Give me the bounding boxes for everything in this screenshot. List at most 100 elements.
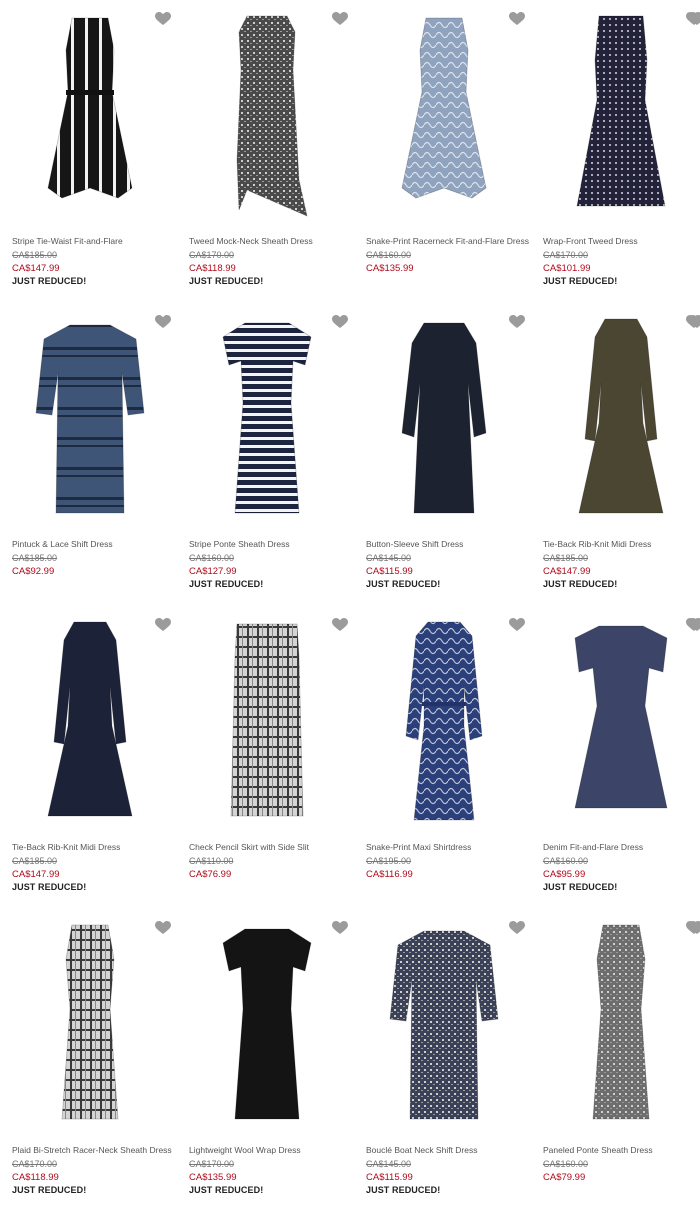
original-price: CA$145.00 <box>366 553 412 563</box>
just-reduced-badge: JUST REDUCED! <box>189 579 264 589</box>
product-card[interactable]: Denim Fit-and-Flare Dress CA$160.00 CA$95.… <box>531 606 700 909</box>
product-image[interactable] <box>364 313 524 535</box>
product-card[interactable]: Stripe Ponte Sheath Dress CA$160.00 CA$127… <box>177 303 354 606</box>
sale-price: CA$79.99 <box>543 1172 586 1183</box>
original-price: CA$145.00 <box>366 1159 412 1169</box>
heart-icon[interactable] <box>155 12 171 26</box>
product-card[interactable]: Tie-Back Rib-Knit Midi Dress CA$185.00 CA$… <box>0 606 177 909</box>
heart-icon[interactable] <box>155 921 171 935</box>
product-name[interactable]: Stripe Tie-Waist Fit-and-Flare <box>12 236 177 246</box>
original-price: CA$170.00 <box>189 250 235 260</box>
original-price: CA$185.00 <box>12 250 58 260</box>
original-price: CA$160.00 <box>189 553 235 563</box>
product-name[interactable]: Lightweight Wool Wrap Dress <box>189 1145 354 1155</box>
product-name[interactable]: Snake-Print Racerneck Fit-and-Flare Dres… <box>366 236 531 246</box>
heart-icon[interactable] <box>332 921 348 935</box>
product-name[interactable]: Wrap-Front Tweed Dress <box>543 236 700 246</box>
product-card[interactable]: Button-Sleeve Shift Dress CA$145.00 CA$115… <box>354 303 531 606</box>
sale-price: CA$116.99 <box>366 869 413 880</box>
product-name[interactable]: Paneled Ponte Sheath Dress <box>543 1145 700 1155</box>
just-reduced-badge: JUST REDUCED! <box>189 1185 264 1195</box>
product-name[interactable]: Stripe Ponte Sheath Dress <box>189 539 354 549</box>
product-image[interactable] <box>541 313 700 535</box>
original-price: CA$160.00 <box>543 1159 589 1169</box>
product-image[interactable] <box>364 616 524 838</box>
product-card[interactable]: Lightweight Wool Wrap Dress CA$170.00 CA$1… <box>177 909 354 1212</box>
heart-icon[interactable] <box>509 12 525 26</box>
heart-icon[interactable] <box>332 12 348 26</box>
product-image[interactable] <box>10 919 170 1141</box>
sale-price: CA$115.99 <box>366 1172 413 1183</box>
product-card[interactable]: Snake-Print Racerneck Fit-and-Flare Dres… <box>354 0 531 303</box>
just-reduced-badge: JUST REDUCED! <box>543 276 618 286</box>
original-price: CA$170.00 <box>189 1159 235 1169</box>
heart-icon[interactable] <box>689 921 700 935</box>
sale-price: CA$101.99 <box>543 263 591 274</box>
just-reduced-badge: JUST REDUCED! <box>12 276 87 286</box>
product-name[interactable]: Button-Sleeve Shift Dress <box>366 539 531 549</box>
just-reduced-badge: JUST REDUCED! <box>189 276 264 286</box>
product-name[interactable]: Tie-Back Rib-Knit Midi Dress <box>543 539 700 549</box>
product-name[interactable]: Tie-Back Rib-Knit Midi Dress <box>12 842 177 852</box>
product-name[interactable]: Plaid Bi-Stretch Racer-Neck Sheath Dress <box>12 1145 177 1155</box>
sale-price: CA$127.99 <box>189 566 237 577</box>
sale-price: CA$147.99 <box>12 869 60 880</box>
heart-icon[interactable] <box>509 315 525 329</box>
sale-price: CA$135.99 <box>189 1172 237 1183</box>
product-card[interactable]: Paneled Ponte Sheath Dress CA$160.00 CA$79… <box>531 909 700 1212</box>
original-price: CA$195.00 <box>366 856 412 866</box>
product-card[interactable]: Bouclé Boat Neck Shift Dress CA$145.00 CA$… <box>354 909 531 1212</box>
product-name[interactable]: Tweed Mock-Neck Sheath Dress <box>189 236 354 246</box>
product-image[interactable] <box>541 10 700 232</box>
just-reduced-badge: JUST REDUCED! <box>366 1185 441 1195</box>
original-price: CA$110.00 <box>189 856 234 866</box>
original-price: CA$185.00 <box>12 856 58 866</box>
product-image[interactable] <box>187 919 347 1141</box>
product-grid: Stripe Tie-Waist Fit-and-Flare CA$185.00 C… <box>0 0 700 1208</box>
product-image[interactable] <box>187 616 347 838</box>
just-reduced-badge: JUST REDUCED! <box>366 579 441 589</box>
just-reduced-badge: JUST REDUCED! <box>543 882 618 892</box>
product-name[interactable]: Check Pencil Skirt with Side Slit <box>189 842 354 852</box>
heart-icon[interactable] <box>689 12 700 26</box>
product-image[interactable] <box>10 313 170 535</box>
product-image[interactable] <box>187 313 347 535</box>
heart-icon[interactable] <box>689 315 700 329</box>
sale-price: CA$147.99 <box>12 263 60 274</box>
product-name[interactable]: Bouclé Boat Neck Shift Dress <box>366 1145 531 1155</box>
product-card[interactable]: Tie-Back Rib-Knit Midi Dress CA$185.00 CA$… <box>531 303 700 606</box>
heart-icon[interactable] <box>509 618 525 632</box>
product-image[interactable] <box>187 10 347 232</box>
product-card[interactable]: Snake-Print Maxi Shirtdress CA$195.00 CA$1… <box>354 606 531 909</box>
heart-icon[interactable] <box>155 315 171 329</box>
product-image[interactable] <box>10 10 170 232</box>
heart-icon[interactable] <box>509 921 525 935</box>
heart-icon[interactable] <box>332 315 348 329</box>
product-image[interactable] <box>541 616 700 838</box>
product-name[interactable]: Denim Fit-and-Flare Dress <box>543 842 700 852</box>
sale-price: CA$118.99 <box>12 1172 59 1183</box>
product-image[interactable] <box>541 919 700 1141</box>
product-name[interactable]: Pintuck & Lace Shift Dress <box>12 539 177 549</box>
product-card[interactable]: Wrap-Front Tweed Dress CA$170.00 CA$101.99… <box>531 0 700 303</box>
product-card[interactable]: Tweed Mock-Neck Sheath Dress CA$170.00 CA$… <box>177 0 354 303</box>
heart-icon[interactable] <box>155 618 171 632</box>
product-image[interactable] <box>10 616 170 838</box>
product-image[interactable] <box>364 10 524 232</box>
original-price: CA$160.00 <box>543 856 589 866</box>
product-image[interactable] <box>364 919 524 1141</box>
product-card[interactable]: Check Pencil Skirt with Side Slit CA$110.… <box>177 606 354 909</box>
product-card[interactable]: Plaid Bi-Stretch Racer-Neck Sheath Dress… <box>0 909 177 1212</box>
original-price: CA$170.00 <box>543 250 589 260</box>
original-price: CA$185.00 <box>543 553 589 563</box>
sale-price: CA$92.99 <box>12 566 55 577</box>
just-reduced-badge: JUST REDUCED! <box>12 882 87 892</box>
just-reduced-badge: JUST REDUCED! <box>12 1185 87 1195</box>
heart-icon[interactable] <box>689 618 700 632</box>
heart-icon[interactable] <box>332 618 348 632</box>
product-name[interactable]: Snake-Print Maxi Shirtdress <box>366 842 531 852</box>
sale-price: CA$95.99 <box>543 869 586 880</box>
product-card[interactable]: Stripe Tie-Waist Fit-and-Flare CA$185.00 C… <box>0 0 177 303</box>
original-price: CA$185.00 <box>12 553 58 563</box>
product-card[interactable]: Pintuck & Lace Shift Dress CA$185.00 CA$92… <box>0 303 177 606</box>
